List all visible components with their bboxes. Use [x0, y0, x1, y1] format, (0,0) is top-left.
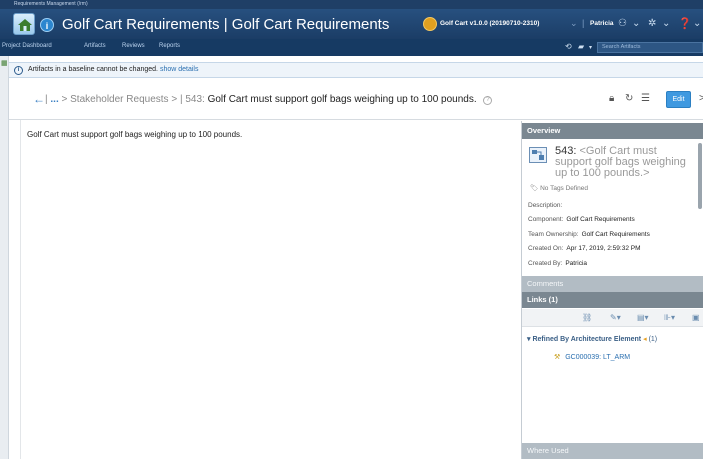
overview-title: 543: <Golf Cart must support golf bags w… [555, 146, 695, 179]
breadcrumb-separator: > [61, 94, 68, 105]
link-item-label[interactable]: GC000039: LT_ARM [565, 354, 630, 361]
team-row: Team Ownership: Golf Cart Requirements [528, 231, 650, 238]
links-toolbar: ⛓ ✎▾ ▤▾ ⊪▾ ▣ [522, 309, 703, 327]
project-icon[interactable]: i [40, 18, 54, 32]
title-bar: i Golf Cart Requirements | Golf Cart Req… [0, 9, 703, 39]
right-sidebar-panel: Overview 543: <Golf Cart must support go… [521, 121, 703, 459]
app-root: Requirements Management (/rm) i Golf Car… [0, 0, 703, 459]
where-used-header[interactable]: Where Used [522, 443, 703, 459]
search-input[interactable]: Search Artifacts [597, 42, 703, 53]
divider [20, 120, 21, 459]
team-label: Team Ownership: [528, 231, 579, 238]
left-sidebar: ▦ [0, 56, 9, 459]
back-arrow-icon[interactable]: ← [33, 92, 45, 106]
baseline-icon [423, 17, 437, 31]
info-notice: i Artifacts in a baseline cannot be chan… [9, 62, 703, 78]
gear-icon[interactable]: ✲ [648, 18, 656, 29]
chevron-down-icon[interactable]: ▾ [589, 44, 592, 51]
chevron-down-icon[interactable]: ⌄ [358, 20, 366, 31]
created-on-label: Created On: [528, 245, 564, 252]
help-icon[interactable]: ❓ [678, 17, 692, 30]
nav-artifacts[interactable]: Artifacts [84, 43, 106, 49]
link-filter-icon[interactable]: ⊪▾ [664, 313, 675, 322]
link-direction-icon: ◂ [643, 336, 647, 343]
links-header[interactable]: Links (1) [522, 292, 703, 308]
grid-icon[interactable]: ▦ [1, 59, 8, 67]
tags-text[interactable]: No Tags Defined [540, 185, 588, 192]
link-export-icon[interactable]: ▣ [692, 313, 700, 322]
menu-icon[interactable]: ☰ [641, 93, 650, 104]
created-by-row: Created By: Patricia [528, 260, 587, 267]
artifact-title: Golf Cart must support golf bags weighin… [207, 94, 477, 105]
car-icon[interactable]: ▰ [578, 42, 584, 51]
breadcrumb-row: ← | ... > Stakeholder Requests > | 543: … [9, 80, 703, 120]
link-view-icon[interactable]: ▤▾ [637, 313, 649, 322]
description-label: Description: [528, 202, 563, 209]
created-by-value: Patricia [565, 260, 588, 267]
nav-reports[interactable]: Reports [159, 43, 180, 49]
notice-text: Artifacts in a baseline cannot be change… [28, 66, 158, 73]
links-group-label: Refined By Architecture Element [532, 336, 642, 343]
link-item[interactable]: ⚒ GC000039: LT_ARM [554, 353, 630, 361]
chevron-down-icon[interactable]: ⌄ [662, 18, 670, 29]
nav-reviews[interactable]: Reviews [122, 43, 145, 49]
overview-header[interactable]: Overview [522, 123, 703, 139]
divider: | [179, 94, 183, 105]
chevron-down-icon[interactable]: ⌄ [632, 18, 640, 29]
breadcrumb: | ... > Stakeholder Requests > | 543: Go… [45, 94, 493, 105]
expand-icon[interactable]: ▾ [527, 336, 531, 343]
breadcrumb-parent[interactable]: Stakeholder Requests [70, 94, 168, 105]
link-graph-icon[interactable]: ⛓ [582, 313, 592, 322]
created-on-row: Created On: Apr 17, 2019, 2:59:32 PM [528, 245, 641, 252]
history-icon[interactable]: ⟲ [565, 42, 572, 51]
edit-button[interactable]: Edit [666, 91, 691, 108]
chevron-down-icon[interactable]: ⌄ [693, 18, 701, 29]
app-name-strip: Requirements Management (/rm) [0, 0, 703, 9]
chevron-down-icon[interactable]: ⌄ [570, 18, 578, 29]
show-details-link[interactable]: show details [160, 66, 199, 73]
help-icon[interactable]: ? [483, 96, 493, 105]
artifact-body-text[interactable]: Golf Cart must support golf bags weighin… [27, 130, 242, 139]
home-button[interactable] [13, 13, 35, 35]
breadcrumb-separator: > [171, 94, 178, 105]
links-group-count: (1) [648, 336, 658, 343]
user-menu[interactable]: Patricia [590, 20, 614, 27]
component-value: Golf Cart Requirements [566, 216, 635, 223]
home-icon [18, 19, 32, 31]
project-title[interactable]: Golf Cart Requirements | Golf Cart Requi… [62, 16, 389, 33]
artifact-id: 543: [185, 94, 205, 105]
component-row: Component: Golf Cart Requirements [528, 216, 635, 223]
tags-line: 🏷︎ No Tags Defined [530, 184, 588, 192]
team-value: Golf Cart Requirements [581, 231, 650, 238]
baseline-selector[interactable]: Golf Cart v1.0.0 (20190710-2310) [440, 20, 539, 27]
divider: | [582, 18, 585, 28]
tag-icon: 🏷︎ [530, 185, 539, 192]
architecture-element-icon: ⚒ [554, 354, 561, 361]
requirement-icon [529, 147, 547, 163]
comments-header[interactable]: Comments [522, 276, 703, 292]
nav-bar: Project Dashboard Artifacts Reviews Repo… [0, 39, 703, 56]
component-label: Component: [528, 216, 564, 223]
description-row: Description: [528, 202, 562, 209]
breadcrumb-ellipsis[interactable]: ... [50, 94, 58, 105]
scrollbar[interactable] [698, 143, 702, 209]
refresh-icon[interactable]: ↻ [625, 93, 633, 104]
people-icon[interactable]: ⚇ [618, 18, 627, 29]
created-by-label: Created By: [528, 260, 563, 267]
divider: | [45, 94, 48, 105]
created-on-value: Apr 17, 2019, 2:59:32 PM [566, 245, 641, 252]
nav-project-dashboard[interactable]: Project Dashboard [2, 43, 52, 49]
collapse-panel-icon[interactable]: >| [699, 93, 703, 104]
link-add-icon[interactable]: ✎▾ [610, 313, 621, 322]
info-icon: i [14, 66, 23, 75]
links-group[interactable]: ▾ Refined By Architecture Element ◂ (1) [527, 335, 657, 343]
lock-icon: 🔒︎ [609, 93, 615, 104]
